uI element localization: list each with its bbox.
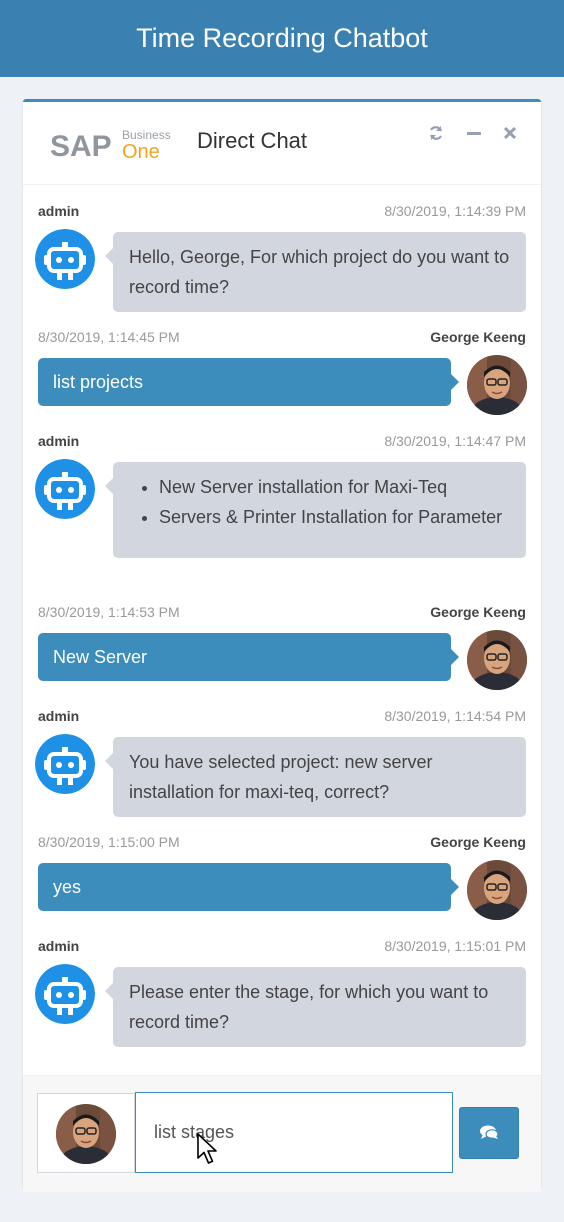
logo-line2: One <box>122 141 160 163</box>
message-sender: admin <box>38 938 80 954</box>
message-sender: George Keeng <box>430 604 526 620</box>
bot-avatar-icon <box>35 459 95 519</box>
comments-icon <box>480 1125 499 1139</box>
message-sender: admin <box>38 708 80 724</box>
user-avatar <box>467 355 527 415</box>
logo-brand: SAP <box>50 130 112 163</box>
message-timestamp: 8/30/2019, 1:14:47 PM <box>384 433 526 449</box>
user-avatar <box>467 860 527 920</box>
message-sender: George Keeng <box>430 329 526 345</box>
current-user-slot <box>37 1093 135 1173</box>
message-sender: admin <box>38 203 80 219</box>
message-bubble: New Server installation for Maxi-Teq Ser… <box>105 462 526 558</box>
message-timestamp: 8/30/2019, 1:15:01 PM <box>384 938 526 954</box>
message-timestamp: 8/30/2019, 1:14:45 PM <box>38 329 180 345</box>
message-timestamp: 8/30/2019, 1:14:54 PM <box>384 708 526 724</box>
chat-title: Direct Chat <box>197 128 308 153</box>
message-bubble: New Server <box>38 633 459 681</box>
chat-box-footer <box>23 1075 541 1192</box>
message-bubble: yes <box>38 863 459 911</box>
refresh-icon[interactable] <box>425 122 447 144</box>
message-timestamp: 8/30/2019, 1:14:53 PM <box>38 604 180 620</box>
logo-line1: Business <box>122 128 171 142</box>
message-bubble: Hello, George, For which project do you … <box>105 232 526 312</box>
message-timestamp: 8/30/2019, 1:15:00 PM <box>38 834 180 850</box>
sap-business-one-logo: SAP Business One <box>50 128 171 163</box>
chat-box-header: SAP Business One Direct Chat <box>23 102 541 185</box>
message-bubble: Please enter the stage, for which you wa… <box>105 967 526 1047</box>
bot-avatar-icon <box>35 734 95 794</box>
user-avatar <box>467 630 527 690</box>
message-input[interactable] <box>135 1092 453 1173</box>
project-list: New Server installation for Maxi-Teq Ser… <box>129 472 510 532</box>
close-icon[interactable] <box>499 122 521 144</box>
direct-chat-box: SAP Business One Direct Chat admin 8/30/… <box>23 99 541 1192</box>
message-timestamp: 8/30/2019, 1:14:39 PM <box>384 203 526 219</box>
bot-avatar-icon <box>35 229 95 289</box>
bot-avatar-icon <box>35 964 95 1024</box>
list-item: Servers & Printer Installation for Param… <box>159 502 510 532</box>
list-item: New Server installation for Maxi-Teq <box>159 472 510 502</box>
message-bubble: list projects <box>38 358 459 406</box>
message-sender: admin <box>38 433 80 449</box>
message-sender: George Keeng <box>430 834 526 850</box>
app-title: Time Recording Chatbot <box>136 23 428 53</box>
send-button[interactable] <box>459 1107 519 1159</box>
minus-icon[interactable] <box>463 122 485 144</box>
message-bubble: You have selected project: new server in… <box>105 737 526 817</box>
app-header: Time Recording Chatbot <box>0 0 564 77</box>
user-avatar <box>56 1104 116 1164</box>
